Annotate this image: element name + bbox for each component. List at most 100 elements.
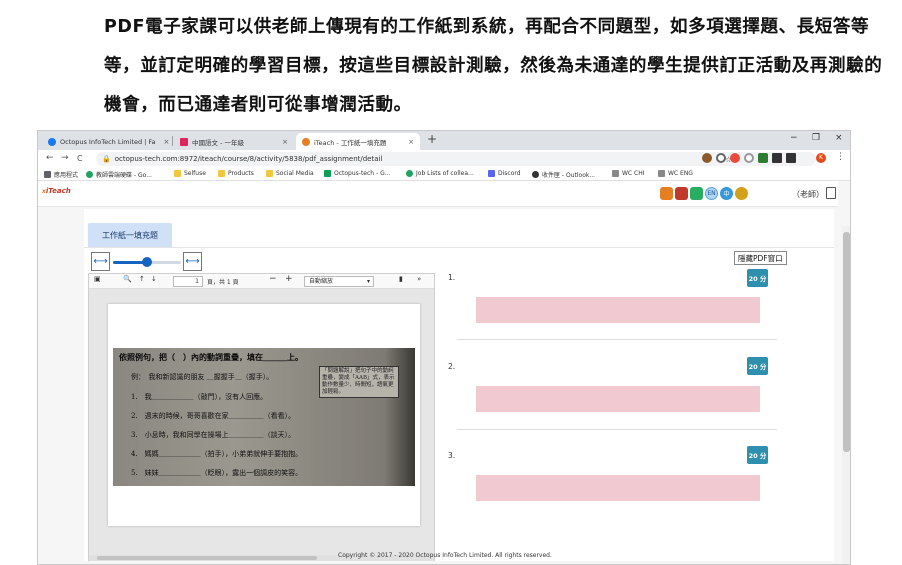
worksheet-tab[interactable]: 工作紙一填充題 (88, 223, 172, 247)
bookmark-icon[interactable]: ▮ (399, 275, 403, 283)
app-header: xiTeach EN 中 （老師） (38, 181, 838, 207)
copyright-footer: Copyright © 2017 - 2020 Octopus InfoTech… (338, 552, 552, 559)
zoom-out-icon[interactable]: − (269, 274, 277, 284)
worksheet-line: 1. 我＿＿＿＿＿＿（敲門），沒有人回應。 (131, 393, 268, 401)
reload-icon[interactable]: C (77, 154, 83, 163)
answer-field[interactable] (476, 475, 760, 501)
tab-facebook[interactable]: Octopus InfoTech Limited | Fa × (42, 133, 170, 150)
worksheet-photo: 依照例句，把（ ）內的動詞重疊，填在＿＿＿上。 例： 我和新認識的朋友 ＿握握手… (113, 348, 415, 486)
shrink-arrow-icon[interactable]: ⟷ (91, 252, 110, 271)
question-divider (457, 429, 777, 430)
tools-icon[interactable] (690, 187, 703, 200)
page-viewport: xiTeach EN 中 （老師） 工作紙一填充題 ⟷ ⟷ 隱藏PDF窗口 ▣ … (38, 181, 850, 564)
extension-icon[interactable] (730, 153, 740, 163)
bookmark-item[interactable]: Selfuse (174, 170, 206, 177)
user-role-label: （老師） (792, 190, 824, 199)
bookmark-item[interactable]: WC CHI (612, 170, 645, 177)
bookmark-item[interactable]: Job Lists of collea... (406, 170, 474, 177)
score-badge: 20 分 (747, 269, 768, 287)
puzzle-icon[interactable] (786, 153, 796, 163)
score-badge: 20 分 (747, 357, 768, 375)
extension-icon[interactable] (702, 153, 712, 163)
extension-icon[interactable] (772, 153, 782, 163)
caption-paragraph: PDF電子家課可以供老師上傳現有的工作紙到系統，再配合不同題型，如多項選擇題、長… (104, 17, 883, 115)
tab-chinese[interactable]: 中國語文 - 一年級 × (174, 133, 294, 150)
forward-icon[interactable]: → (61, 153, 69, 163)
hide-pdf-button[interactable]: 隱藏PDF窗口 (734, 251, 787, 265)
tab-iteach[interactable]: iTeach - 工作紙一填充題 × (296, 133, 420, 150)
book-icon[interactable] (675, 187, 688, 200)
explanation-box: 「問題解說」把句子中的動詞重疊，變成「AAB」式，表示動作數量少、時間短，語氣更… (319, 366, 399, 398)
tab-label: iTeach - 工作紙一填充題 (314, 138, 387, 147)
score-badge: 20 分 (747, 446, 768, 464)
bookmark-item[interactable]: 應用程式 (44, 170, 78, 179)
answer-field[interactable] (476, 297, 760, 323)
lang-zh-icon[interactable]: 中 (720, 187, 733, 200)
tab-close-icon[interactable]: × (274, 138, 288, 146)
iteach-logo[interactable]: xiTeach (42, 186, 71, 196)
bookmark-item[interactable]: WC ENG (658, 170, 693, 177)
prev-page-icon[interactable]: ↑ (139, 275, 145, 283)
settings-icon[interactable] (735, 187, 748, 200)
tab-bar: Octopus InfoTech Limited | Fa × 中國語文 - 一… (38, 131, 850, 150)
new-tab-button[interactable]: + (427, 132, 437, 146)
bookmark-item[interactable]: 收件匣 - Outlook... (532, 170, 595, 179)
url-text: octopus-tech.com:8972/iteach/course/8/ac… (114, 155, 383, 163)
page-count-label: 頁，共 1 頁 (207, 279, 239, 286)
facebook-icon (48, 137, 56, 146)
pdf-page: 依照例句，把（ ）內的動詞重疊，填在＿＿＿上。 例： 我和新認識的朋友 ＿握握手… (108, 304, 420, 526)
zoom-in-icon[interactable]: + (285, 274, 293, 284)
worksheet-line: 5. 妹妹＿＿＿＿＿＿（眨眼），露出一個調皮的笑容。 (131, 469, 303, 477)
worksheet-example: 例： 我和新認識的朋友 ＿握握手＿（握手）。 (131, 373, 274, 381)
lock-icon: 🔒 (102, 155, 111, 163)
question-divider (457, 339, 777, 340)
profile-avatar[interactable]: K (816, 153, 826, 163)
question-number: 1. (448, 273, 456, 282)
zoom-select[interactable]: 自動縮放 ▾ (304, 276, 374, 287)
question-number: 3. (448, 451, 456, 460)
worksheet-line: 4. 媽媽＿＿＿＿＿＿（拍手），小弟弟就伸手要抱抱。 (131, 450, 303, 458)
back-icon[interactable]: ← (46, 153, 54, 163)
close-window-icon[interactable]: × (835, 133, 843, 143)
page-number-input[interactable]: 1 (173, 276, 203, 287)
address-bar: ← → C 🔒 octopus-tech.com:8972/iteach/cou… (38, 150, 850, 168)
tab-label: 中國語文 - 一年級 (192, 138, 244, 147)
pdf-width-slider[interactable]: ⟷ ⟷ (91, 252, 202, 272)
next-page-icon[interactable]: ↓ (151, 275, 157, 283)
tab-close-icon[interactable]: × (156, 138, 170, 146)
extension-icon[interactable] (716, 153, 726, 163)
bookmark-item[interactable]: 教師雲端硬碟 - Go... (86, 170, 152, 179)
search-icon[interactable]: 🔍 (123, 275, 132, 283)
logout-icon[interactable] (826, 187, 836, 199)
browser-window: Octopus InfoTech Limited | Fa × 中國語文 - 一… (37, 130, 851, 565)
tab-close-icon[interactable]: × (400, 138, 414, 146)
main-content: 工作紙一填充題 ⟷ ⟷ 隱藏PDF窗口 ▣ 🔍 ↑ ↓ 1 頁，共 1 頁 − (84, 209, 834, 561)
expand-arrow-icon[interactable]: ⟷ (183, 252, 202, 271)
more-tools-icon[interactable]: » (417, 275, 421, 283)
menu-icon[interactable]: ⋮ (836, 152, 845, 162)
page-scrollbar[interactable] (842, 226, 850, 564)
worksheet-instruction: 依照例句，把（ ）內的動詞重疊，填在＿＿＿上。 (119, 352, 303, 362)
tab-label: Octopus InfoTech Limited | Fa (60, 137, 156, 146)
home-icon[interactable] (660, 187, 673, 200)
header-icons: EN 中 (660, 187, 748, 200)
worksheet-line: 2. 週末的時候，哥哥喜歡在家＿＿＿＿＿（看看）。 (131, 412, 296, 420)
pdf-viewer: ▣ 🔍 ↑ ↓ 1 頁，共 1 頁 − + 自動縮放 ▾ ▮ » 依照例句，把（ … (88, 273, 435, 561)
slider-handle[interactable] (142, 257, 152, 267)
page-icon (180, 137, 188, 146)
minimize-icon[interactable]: − (790, 133, 798, 143)
extension-icon[interactable] (758, 153, 768, 163)
sidebar-toggle-icon[interactable]: ▣ (94, 275, 101, 283)
restore-icon[interactable]: ❐ (812, 133, 820, 143)
bookmark-item[interactable]: Discord (488, 170, 521, 177)
extension-icon[interactable] (744, 153, 754, 163)
answer-field[interactable] (476, 386, 760, 412)
worksheet-line: 3. 小息時，我和同學在操場上＿＿＿＿＿（談天）。 (131, 431, 296, 439)
bookmarks-bar: 應用程式 教師雲端硬碟 - Go... Selfuse Products Soc… (38, 168, 850, 181)
bookmark-item[interactable]: Social Media (266, 170, 314, 177)
bookmark-item[interactable]: Products (218, 170, 254, 177)
lang-en-icon[interactable]: EN (705, 187, 718, 200)
pdf-toolbar: ▣ 🔍 ↑ ↓ 1 頁，共 1 頁 − + 自動縮放 ▾ ▮ » (89, 274, 434, 289)
bookmark-item[interactable]: Octopus-tech - G... (324, 170, 390, 177)
tab-divider (84, 247, 834, 248)
